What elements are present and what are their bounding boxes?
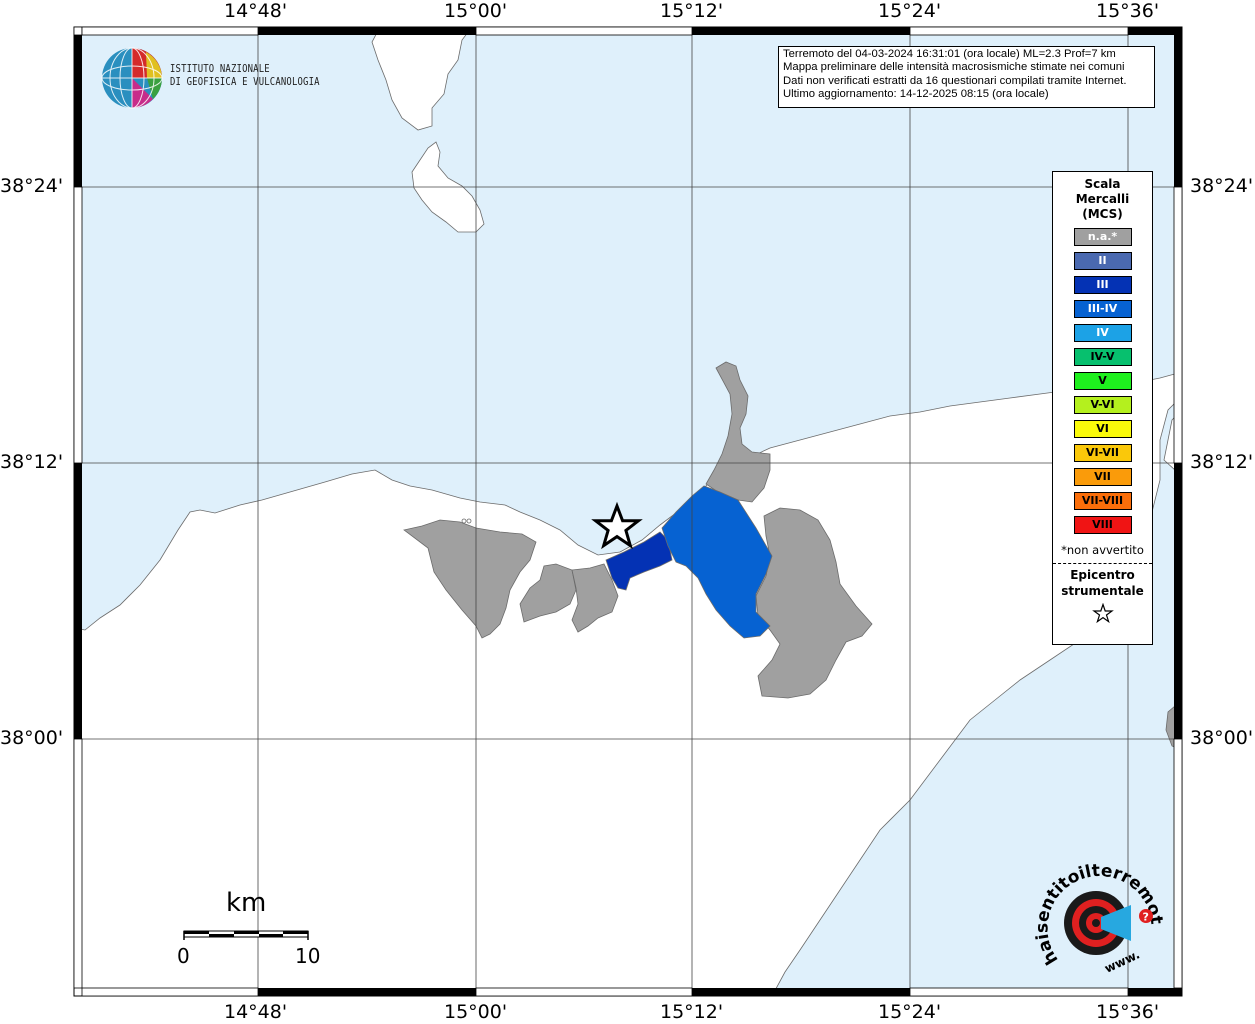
ingv-name-line2: DI GEOFISICA E VULCANOLOGIA (170, 76, 320, 88)
ingv-globe-icon (101, 47, 163, 109)
lon-label: 15°00' (444, 0, 508, 22)
lon-label: 15°00' (444, 1001, 508, 1023)
legend-title-line: Scala (1084, 177, 1121, 191)
legend-item: VII-VIII (1073, 492, 1132, 510)
scale-unit: km (226, 888, 267, 918)
legend-title: Scala Mercalli (MCS) (1053, 177, 1152, 222)
lat-label: 38°00' (0, 727, 64, 749)
legend-title-line: (MCS) (1082, 207, 1123, 221)
legend-item: III-IV (1073, 300, 1132, 318)
legend-item: VI (1073, 420, 1132, 438)
legend-title-line: Mercalli (1075, 192, 1130, 206)
lat-label: 38°12' (0, 451, 64, 473)
lon-label: 14°48' (224, 0, 288, 22)
ingv-name: ISTITUTO NAZIONALE DI GEOFISICA E VULCAN… (170, 63, 320, 89)
event-info-line: Dati non verificati estratti da 16 quest… (783, 74, 1127, 87)
event-info-box: Terremoto del 04-03-2024 16:31:01 (ora l… (778, 46, 1155, 108)
scale-start: 0 (177, 944, 190, 968)
legend-item: V (1073, 372, 1132, 390)
lat-label: 38°00' (1190, 727, 1254, 749)
lon-label: 14°48' (224, 1001, 288, 1023)
scale-end: 10 (295, 944, 321, 968)
islet (466, 518, 472, 524)
legend-item: V-VI (1073, 396, 1132, 414)
lat-label: 38°24' (0, 175, 64, 197)
haisentito-logo-icon: haisentitoilterremoto.it www. ? (1033, 855, 1166, 976)
legend-epicenter-line: strumentale (1061, 584, 1144, 598)
legend-items: n.a.* II III III-IV IV IV-V V V-VI VI VI-VII VII VI… (1053, 228, 1152, 534)
lat-label: 38°24' (1190, 175, 1254, 197)
legend-epicenter-label: Epicentro strumentale (1053, 567, 1152, 599)
lon-label: 15°36' (1096, 1001, 1160, 1023)
lat-label: 38°12' (1190, 451, 1254, 473)
legend-star-icon (1053, 602, 1152, 629)
ingv-name-line1: ISTITUTO NAZIONALE (170, 63, 270, 75)
legend-item: VIII (1073, 516, 1132, 534)
event-info-line: Mappa preliminare delle intensità macros… (783, 61, 1125, 74)
legend-item: VI-VII (1073, 444, 1132, 462)
event-info-line: Terremoto del 04-03-2024 16:31:01 (ora l… (783, 48, 1116, 60)
lon-label: 15°24' (878, 0, 942, 22)
legend-note: *non avvertito (1053, 543, 1152, 564)
event-info-line: Ultimo aggiornamento: 14-12-2025 08:15 (… (783, 87, 1049, 100)
islet (461, 518, 467, 524)
lon-label: 15°12' (660, 1001, 724, 1023)
legend-item: n.a.* (1073, 228, 1132, 246)
mcs-legend: Scala Mercalli (MCS) n.a.* II III III-IV IV I… (1052, 171, 1153, 645)
legend-epicenter-line: Epicentro (1070, 568, 1135, 582)
legend-item: II (1073, 252, 1132, 270)
lon-label: 15°36' (1096, 0, 1160, 22)
legend-item: III (1073, 276, 1132, 294)
lon-label: 15°12' (660, 0, 724, 22)
svg-text:?: ? (1143, 911, 1149, 924)
lon-label: 15°24' (878, 1001, 942, 1023)
legend-item: IV-V (1073, 348, 1132, 366)
legend-item: VII (1073, 468, 1132, 486)
legend-item: IV (1073, 324, 1132, 342)
